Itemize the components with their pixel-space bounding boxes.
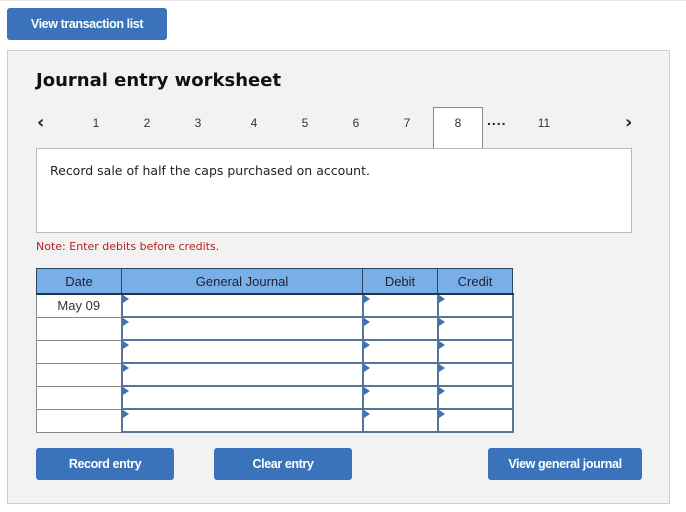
- dropdown-marker-icon: [438, 387, 445, 395]
- tab-5[interactable]: 5: [295, 116, 315, 130]
- account-input[interactable]: [120, 362, 364, 387]
- tab-6[interactable]: 6: [346, 116, 366, 130]
- header-debit: Debit: [362, 268, 438, 295]
- account-input[interactable]: [120, 385, 364, 410]
- dropdown-marker-icon: [438, 295, 445, 303]
- credit-input[interactable]: [436, 293, 514, 318]
- header-credit: Credit: [437, 268, 513, 295]
- dropdown-marker-icon: [438, 364, 445, 372]
- dropdown-marker-icon: [438, 341, 445, 349]
- debit-input[interactable]: [361, 385, 439, 410]
- dropdown-marker-icon: [363, 387, 370, 395]
- credit-input[interactable]: [436, 316, 514, 341]
- chevron-left-icon[interactable]: ‹: [37, 112, 44, 133]
- transaction-description: Record sale of half the caps purchased o…: [50, 163, 370, 178]
- dropdown-marker-icon: [363, 341, 370, 349]
- top-divider: [0, 0, 686, 1]
- account-input[interactable]: [120, 293, 364, 318]
- dropdown-marker-icon: [363, 410, 370, 418]
- tab-3[interactable]: 3: [188, 116, 208, 130]
- journal-row: May 09: [36, 293, 514, 318]
- journal-row: [36, 316, 514, 341]
- account-input[interactable]: [120, 408, 364, 433]
- view-transaction-list-button[interactable]: View transaction list: [7, 8, 167, 40]
- dropdown-marker-icon: [122, 410, 129, 418]
- tab-8-label: 8: [454, 116, 462, 130]
- date-cell: May 09: [36, 293, 123, 318]
- dropdown-marker-icon: [363, 295, 370, 303]
- credit-input[interactable]: [436, 339, 514, 364]
- transaction-description-box: Record sale of half the caps purchased o…: [36, 148, 632, 233]
- journal-row: [36, 385, 514, 410]
- account-input[interactable]: [120, 316, 364, 341]
- journal-row: [36, 408, 514, 433]
- tab-1[interactable]: 1: [86, 116, 106, 130]
- tab-4[interactable]: 4: [244, 116, 264, 130]
- date-cell: [36, 316, 123, 341]
- date-cell: [36, 339, 123, 364]
- view-general-journal-button[interactable]: View general journal: [488, 448, 642, 480]
- account-input[interactable]: [120, 339, 364, 364]
- chevron-right-icon[interactable]: ›: [625, 112, 632, 133]
- debit-input[interactable]: [361, 293, 439, 318]
- journal-row: [36, 362, 514, 387]
- debit-input[interactable]: [361, 362, 439, 387]
- date-cell: [36, 408, 123, 433]
- clear-entry-button[interactable]: Clear entry: [214, 448, 352, 480]
- dropdown-marker-icon: [122, 387, 129, 395]
- worksheet-title: Journal entry worksheet: [36, 70, 282, 91]
- dropdown-marker-icon: [438, 410, 445, 418]
- note-text: Note: Enter debits before credits.: [36, 240, 220, 253]
- dropdown-marker-icon: [122, 364, 129, 372]
- dropdown-marker-icon: [122, 341, 129, 349]
- journal-entry-table: Date General Journal Debit Credit May 09: [36, 268, 514, 433]
- debit-input[interactable]: [361, 316, 439, 341]
- debit-input[interactable]: [361, 339, 439, 364]
- journal-row: [36, 339, 514, 364]
- credit-input[interactable]: [436, 362, 514, 387]
- dropdown-marker-icon: [363, 318, 370, 326]
- dropdown-marker-icon: [438, 318, 445, 326]
- date-cell: [36, 362, 123, 387]
- tab-2[interactable]: 2: [137, 116, 157, 130]
- dropdown-marker-icon: [363, 364, 370, 372]
- date-cell: [36, 385, 123, 410]
- header-general-journal: General Journal: [121, 268, 363, 295]
- header-date: Date: [36, 268, 122, 295]
- tab-11[interactable]: 11: [534, 116, 554, 130]
- credit-input[interactable]: [436, 408, 514, 433]
- tab-7[interactable]: 7: [397, 116, 417, 130]
- record-entry-button[interactable]: Record entry: [36, 448, 174, 480]
- debit-input[interactable]: [361, 408, 439, 433]
- dropdown-marker-icon: [122, 318, 129, 326]
- dropdown-marker-icon: [122, 295, 129, 303]
- tab-8-active[interactable]: 8: [433, 107, 483, 149]
- tab-ellipsis: ....: [487, 112, 507, 128]
- credit-input[interactable]: [436, 385, 514, 410]
